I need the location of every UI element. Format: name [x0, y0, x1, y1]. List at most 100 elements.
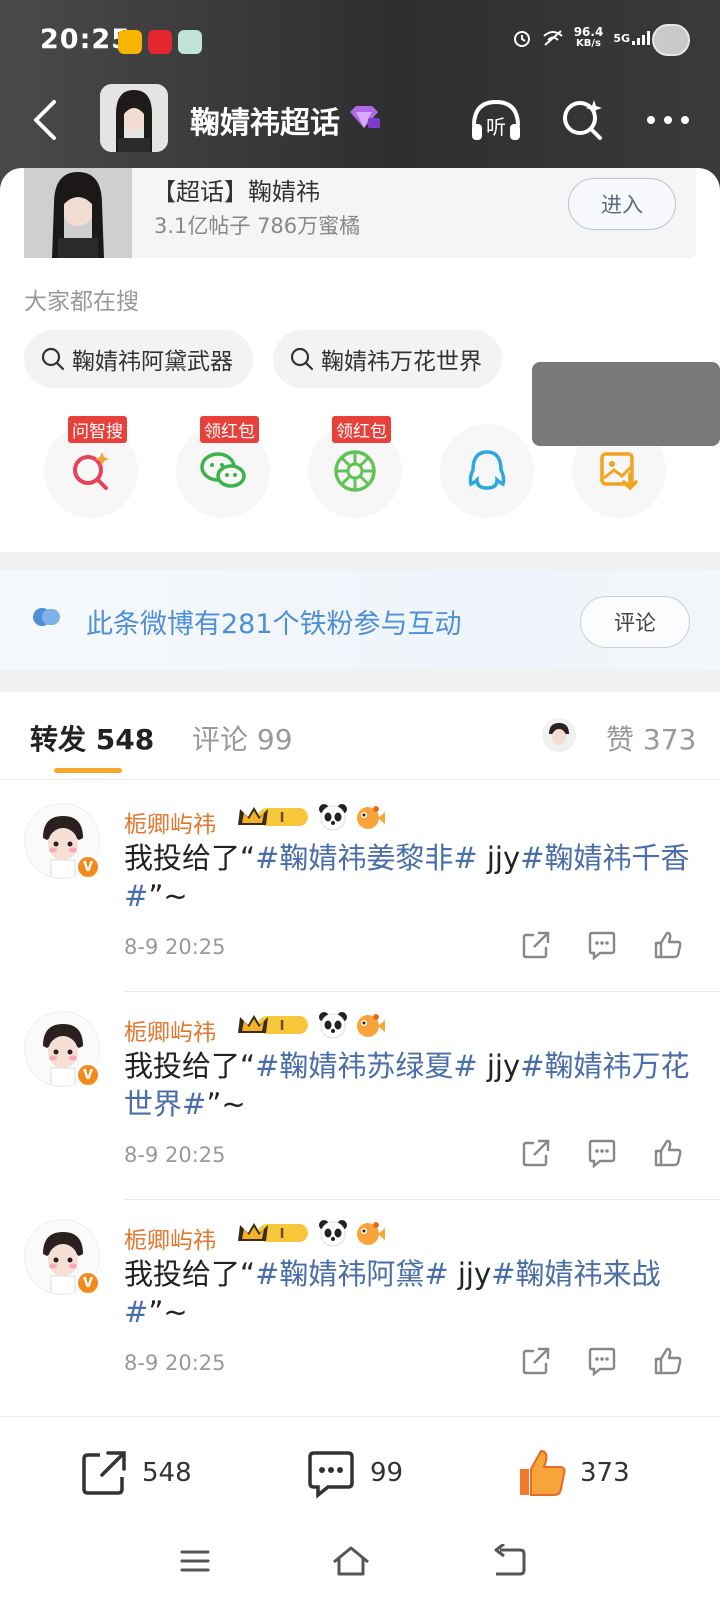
- like-icon[interactable]: [652, 1345, 684, 1377]
- topic-avatar[interactable]: [100, 84, 168, 152]
- crown-level-icon: I: [238, 1015, 308, 1034]
- chevron-left-icon: [34, 100, 56, 140]
- enter-button[interactable]: 进入: [568, 178, 676, 230]
- comment-icon[interactable]: [586, 929, 618, 961]
- username[interactable]: 栀卿屿祎: [124, 1221, 216, 1255]
- comment-bubble-icon: [308, 1451, 354, 1499]
- search-icon: [41, 347, 65, 371]
- topic-name: 【超话】鞠婧祎: [152, 178, 320, 206]
- post-time: 8-9 20:25: [124, 1143, 226, 1167]
- menu-icon[interactable]: [178, 1544, 212, 1578]
- content-suffix: ”~: [148, 1295, 188, 1329]
- search-chip[interactable]: 鞠婧祎阿黛武器: [24, 330, 253, 388]
- user-badges: I: [236, 1219, 386, 1247]
- search-button[interactable]: [554, 96, 610, 144]
- fans-banner: 此条微博有281个铁粉参与互动 评论: [0, 570, 720, 670]
- share-tag: 问智搜: [68, 416, 127, 443]
- comment-count: 99: [370, 1458, 404, 1488]
- username[interactable]: 栀卿屿祎: [124, 1013, 216, 1047]
- crown-level-icon: I: [238, 1223, 308, 1242]
- post-actions: [520, 929, 684, 961]
- repost-count: 548: [142, 1458, 192, 1488]
- save-image-icon: [600, 452, 638, 491]
- tab-like[interactable]: 赞 373: [606, 718, 696, 758]
- search-chip[interactable]: 鞠婧祎万花世界: [273, 330, 502, 388]
- svg-text:I: I: [280, 1227, 285, 1242]
- fans-banner-text: 此条微博有281个铁粉参与互动: [86, 609, 462, 640]
- signal-indicator: 5G: [613, 31, 650, 45]
- banner-comment-button[interactable]: 评论: [580, 596, 690, 648]
- pufferfish-icon: [357, 1014, 385, 1037]
- vip-gem-icon: [350, 106, 380, 128]
- share-icon[interactable]: [520, 1137, 552, 1169]
- back-button[interactable]: [26, 98, 66, 142]
- share-qq[interactable]: [440, 424, 534, 518]
- back-nav-icon[interactable]: [488, 1544, 528, 1578]
- bottom-action-bar: 548 99 373: [0, 1416, 720, 1526]
- system-nav-bar: [0, 1526, 720, 1608]
- verified-badge-icon: V: [76, 1271, 100, 1295]
- share-sheet: 【超话】鞠婧祎 3.1亿帖子 786万蜜橘 进入 大家都在搜 鞠婧祎阿黛武器 鞠…: [0, 168, 720, 552]
- status-indicators: 96.4 KB/s 5G: [512, 26, 650, 50]
- content-middle: jjy: [477, 841, 521, 875]
- content-prefix: 我投给了“: [124, 1049, 256, 1083]
- post-content: 我投给了“#鞠婧祎姜黎非# jjy#鞠婧祎千香#”~: [124, 839, 704, 915]
- topic-tag-link[interactable]: #鞠婧祎姜黎非#: [255, 841, 478, 875]
- username[interactable]: 栀卿屿祎: [124, 805, 216, 839]
- content-middle: jjy: [448, 1257, 492, 1291]
- liker-avatar-image: [542, 718, 576, 752]
- liker-avatar: [542, 718, 576, 752]
- portrait-image: [100, 84, 168, 152]
- section-divider: [0, 552, 720, 570]
- svg-text:I: I: [280, 1019, 285, 1034]
- post-actions: [520, 1137, 684, 1169]
- search-chip-label: 鞠婧祎万花世界: [321, 349, 482, 375]
- listen-button[interactable]: 听: [468, 96, 524, 144]
- network-speed-unit: KB/s: [576, 38, 601, 49]
- signal-type: 5G: [613, 32, 630, 45]
- repost-icon: [82, 1451, 126, 1495]
- smart-search-icon: [73, 452, 109, 490]
- share-smart-search[interactable]: 问智搜: [44, 416, 138, 518]
- search-chip-label: 鞠婧祎阿黛武器: [72, 349, 233, 375]
- post-time: 8-9 20:25: [124, 1351, 226, 1375]
- user-badges: I: [236, 1011, 386, 1039]
- user-badges: I: [236, 803, 386, 831]
- post-time: 8-9 20:25: [124, 935, 226, 959]
- comment-icon[interactable]: [586, 1137, 618, 1169]
- topic-card[interactable]: 【超话】鞠婧祎 3.1亿帖子 786万蜜橘 进入: [24, 168, 696, 258]
- topic-tag-link[interactable]: #鞠婧祎阿黛#: [255, 1257, 449, 1291]
- status-bar: 20:25 96.4 KB/s 5G: [0, 0, 720, 80]
- repost-item: V 栀卿屿祎 I 我投给了“#鞠婧祎姜黎非# jjy#鞠婧祎千香#”~ 8-9 …: [0, 781, 720, 993]
- panda-icon: [319, 804, 347, 831]
- network-speed-value: 96.4: [573, 25, 604, 39]
- alarm-icon: [513, 31, 530, 47]
- headphones-icon: 听: [472, 99, 520, 140]
- panda-icon: [319, 1220, 347, 1247]
- topic-tag-link[interactable]: #鞠婧祎苏绿夏#: [255, 1049, 478, 1083]
- share-wechat[interactable]: 领红包: [176, 416, 270, 518]
- svg-text:听: 听: [486, 115, 506, 139]
- like-icon[interactable]: [652, 929, 684, 961]
- comment-icon[interactable]: [586, 1345, 618, 1377]
- tab-repost[interactable]: 转发 548: [30, 718, 154, 758]
- like-icon[interactable]: [652, 1137, 684, 1169]
- panda-icon: [319, 1012, 347, 1039]
- home-icon[interactable]: [330, 1544, 372, 1578]
- share-icon[interactable]: [520, 1345, 552, 1377]
- page-title: 鞠婧祎超话: [190, 106, 340, 141]
- verified-badge-icon: V: [76, 1063, 100, 1087]
- more-button[interactable]: [640, 96, 696, 144]
- crown-level-icon: I: [238, 807, 308, 826]
- game-app-icon: [178, 30, 202, 54]
- repost-action[interactable]: 548: [78, 1447, 192, 1499]
- comment-action[interactable]: 99: [304, 1447, 403, 1499]
- wifi-off-icon: [543, 30, 563, 46]
- search-icon: [290, 347, 314, 371]
- like-action[interactable]: 373: [516, 1447, 630, 1499]
- pufferfish-icon: [357, 806, 385, 829]
- share-moments[interactable]: 领红包: [308, 416, 402, 518]
- qq-icon: [468, 450, 506, 490]
- share-icon[interactable]: [520, 929, 552, 961]
- tab-comment[interactable]: 评论 99: [192, 718, 293, 758]
